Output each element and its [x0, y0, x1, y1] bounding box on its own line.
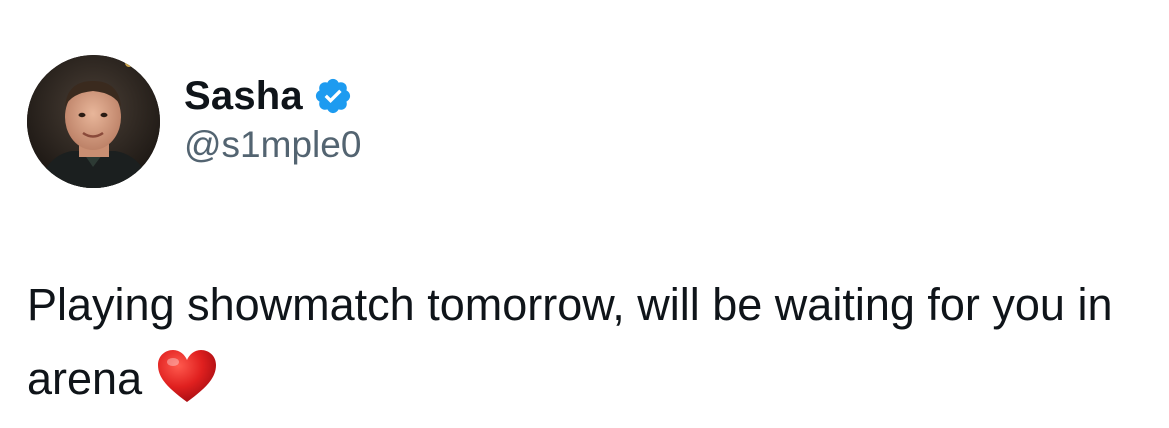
author-name-row: Sasha	[184, 68, 353, 124]
red-heart-emoji-icon	[156, 348, 218, 404]
tweet: Sasha @s1mple0 Playing showmatch tomorro…	[0, 0, 1169, 428]
tweet-text: Playing showmatch tomorrow, will be wait…	[27, 268, 1147, 416]
avatar-image	[27, 55, 160, 188]
avatar[interactable]	[27, 55, 160, 188]
display-name[interactable]: Sasha	[184, 74, 303, 119]
verified-badge-icon[interactable]	[313, 76, 353, 116]
author-handle[interactable]: @s1mple0	[184, 124, 361, 166]
